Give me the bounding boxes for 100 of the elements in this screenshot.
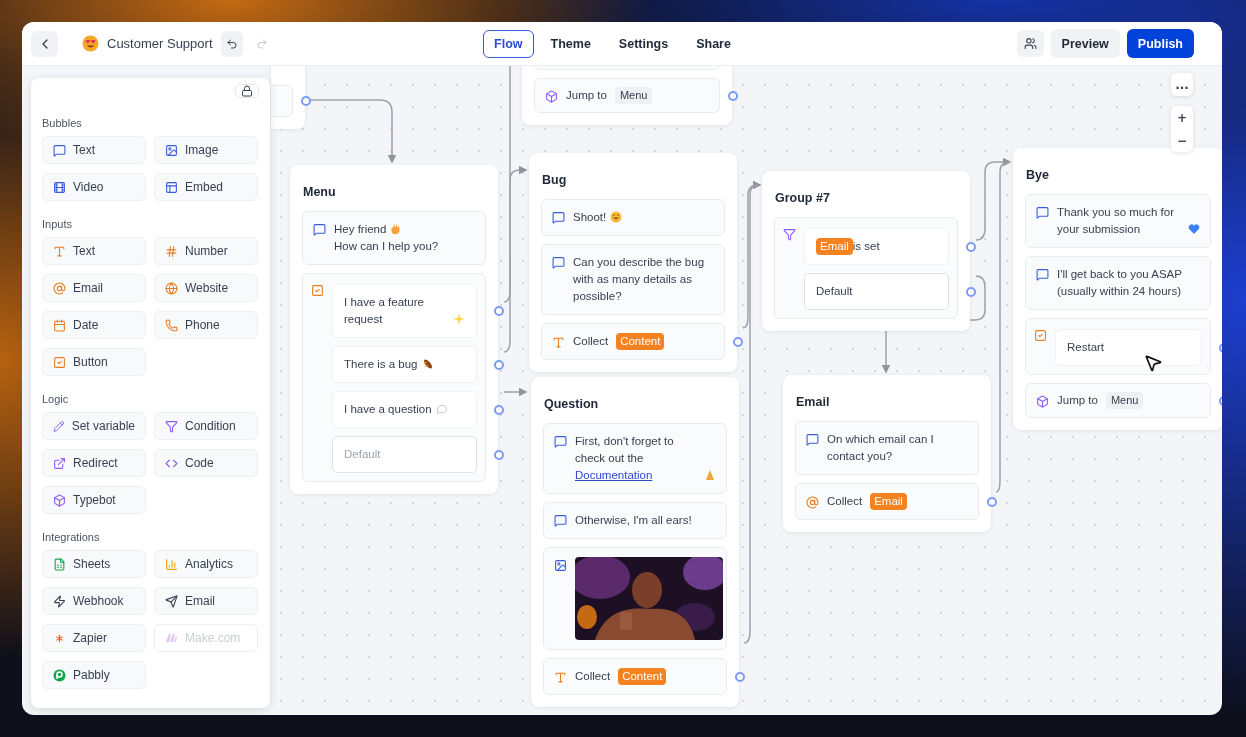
block-label: Jump to	[1057, 393, 1098, 408]
message-text: Thank you so much for your submission	[1057, 205, 1175, 237]
block-button[interactable]: Zapier	[42, 624, 146, 652]
variable-tag: Content	[616, 333, 665, 350]
section-title: Logic	[42, 393, 70, 405]
layout-icon	[165, 180, 178, 194]
block-button[interactable]: Condition	[154, 412, 258, 440]
send-icon	[165, 594, 178, 608]
block-button[interactable]: Embed	[154, 173, 258, 201]
connection-port[interactable]	[301, 96, 311, 106]
collaborators-button[interactable]	[1016, 30, 1044, 57]
lock-button[interactable]	[235, 84, 259, 98]
block-button[interactable]: Email	[42, 274, 146, 302]
variable-tag: Email	[816, 238, 853, 255]
phone-icon	[165, 318, 178, 332]
text-bubble-block[interactable]: I'll get back to you ASAP (usually within 24 hours)	[1025, 256, 1211, 310]
connection-port[interactable]	[494, 306, 504, 316]
cube-icon	[53, 493, 66, 507]
connection-port[interactable]	[494, 404, 504, 415]
bar-chart-icon	[165, 557, 178, 571]
nav-tab[interactable]: Flow	[483, 29, 534, 58]
block-button[interactable]: Text	[42, 136, 146, 164]
sparkle-icon	[453, 313, 465, 325]
chat-icon	[552, 211, 565, 224]
chat-icon	[806, 433, 819, 446]
external-link-icon	[53, 456, 66, 470]
connection-port[interactable]	[735, 671, 745, 682]
block-button[interactable]: Date	[42, 311, 146, 339]
message-text: I'll get back to you ASAP (usually within 24 hours)	[1057, 267, 1183, 299]
connection-port[interactable]	[494, 449, 504, 460]
text-bubble-block[interactable]: Thank you so much for your submission	[1025, 194, 1211, 248]
text-bubble-block[interactable]: Hey friend How can I help you?	[302, 211, 486, 265]
block-button[interactable]: Sheets	[42, 550, 146, 578]
filter-icon	[783, 228, 796, 241]
text-bubble-block[interactable]: First, don't forget to check out the Documentation	[543, 423, 727, 494]
variable-tag: Content	[618, 668, 667, 685]
more-button[interactable]: ...	[1171, 73, 1193, 96]
group-tag: Menu	[1105, 392, 1144, 409]
message-text: On which email can I contact you?	[827, 432, 935, 464]
block-label: Collect	[827, 494, 863, 509]
block-button[interactable]: Pabbly	[42, 661, 146, 689]
section-title: Integrations	[42, 531, 101, 543]
p-circle-icon	[53, 668, 66, 682]
section-title: Bubbles	[42, 117, 83, 129]
message-text: Shoot!	[573, 210, 607, 225]
heart-icon	[1188, 223, 1200, 235]
block-button[interactable]: Set variable	[42, 412, 146, 440]
text-bubble-block[interactable]: Can you describe the bug with as many details as possible?	[541, 244, 725, 315]
block-button[interactable]: Analytics	[154, 550, 258, 578]
block-button[interactable]: Typebot	[42, 486, 146, 514]
filter-icon	[165, 419, 178, 433]
choice-text: There is a bug	[344, 357, 418, 372]
redo-icon	[255, 37, 268, 50]
connection-port[interactable]	[966, 286, 976, 297]
hash-icon	[165, 244, 178, 258]
message-text: First, don't forget to check out the Documentation	[575, 434, 675, 483]
hands-icon	[704, 469, 716, 481]
block-button[interactable]: Phone	[154, 311, 258, 339]
publish-button[interactable]: Publish	[1126, 29, 1194, 58]
text-bubble-block[interactable]: Otherwise, I'm all ears!	[543, 502, 727, 539]
text-bubble-block[interactable]: On which email can I contact you?	[795, 421, 979, 475]
undo-button[interactable]	[220, 30, 243, 57]
lightning-icon	[53, 594, 66, 608]
block-button[interactable]: Webhook	[42, 587, 146, 615]
heart-eyes-icon	[82, 35, 99, 52]
block-button[interactable]: Video	[42, 173, 146, 201]
group-card[interactable]: Bye Thank you so much for your submission I'll get back to you ASAP (usually within 24 hours) Restart Jump to Menu	[1013, 148, 1222, 430]
condition-text: is set	[852, 239, 880, 254]
block-button[interactable]: Number	[154, 237, 258, 265]
block-button[interactable]: Email	[154, 587, 258, 615]
film-icon	[53, 180, 66, 194]
block-button[interactable]: Image	[154, 136, 258, 164]
checkbox-icon	[53, 355, 66, 369]
chat-icon	[1036, 206, 1049, 219]
image-block[interactable]	[543, 547, 727, 650]
block-button[interactable]: Website	[154, 274, 258, 302]
block-button[interactable]: Code	[154, 449, 258, 477]
chat-icon	[313, 223, 326, 236]
choice-text: Restart	[1067, 340, 1105, 355]
back-button[interactable]	[31, 30, 58, 57]
globe-icon	[165, 281, 178, 295]
connection-port[interactable]	[728, 90, 738, 101]
text-bubble-block[interactable]: Shoot!	[541, 199, 725, 236]
documentation-link[interactable]: Documentation	[575, 469, 653, 481]
choice-text: I have a feature request	[344, 295, 425, 327]
group-tag: Menu	[614, 87, 653, 104]
block-button[interactable]: Text	[42, 237, 146, 265]
zoom-in-button[interactable]: +	[1171, 106, 1193, 129]
connection-port[interactable]	[733, 336, 743, 347]
section-title: Inputs	[42, 218, 73, 230]
text-icon	[53, 244, 66, 258]
block-button[interactable]: Button	[42, 348, 146, 376]
preview-button[interactable]: Preview	[1050, 29, 1120, 58]
connection-port[interactable]	[966, 241, 976, 252]
connection-port[interactable]	[987, 496, 997, 507]
block-button[interactable]: Redirect	[42, 449, 146, 477]
users-icon	[1023, 37, 1037, 50]
checkbox-icon	[311, 284, 324, 297]
connection-port[interactable]	[494, 359, 504, 370]
block-label: Collect	[575, 669, 611, 684]
